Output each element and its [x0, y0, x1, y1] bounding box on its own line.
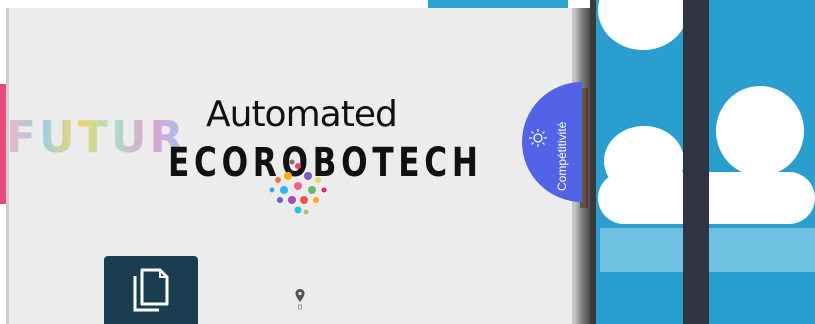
competitivite-label: Compétitivité [555, 121, 569, 191]
documents-icon [133, 268, 169, 312]
location-pin-icon[interactable] [294, 288, 306, 312]
app-screen: FUTUR Automated ECOROBOTECH Compétitivit… [0, 0, 815, 324]
background-blob [716, 86, 804, 176]
background-divider [683, 0, 709, 324]
card-shadow [590, 0, 596, 324]
color-splash-logo-icon [269, 159, 327, 215]
background-strip-top [428, 0, 568, 8]
lightbulb-icon [529, 129, 547, 147]
futur-logo-text: FUTUR [6, 112, 187, 163]
automated-title: Automated [206, 94, 398, 135]
